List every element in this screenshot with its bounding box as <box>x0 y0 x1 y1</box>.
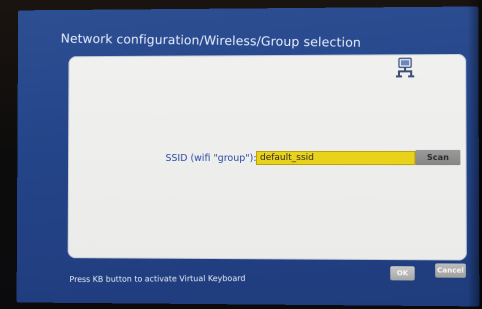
ssid-label: SSID (wifi "group"): <box>165 153 256 164</box>
cancel-button[interactable]: Cancel <box>435 263 466 277</box>
settings-panel: SSID (wifi "group"): Scan <box>68 54 467 261</box>
window-title: Network configuration/Wireless/Group sel… <box>61 31 362 50</box>
virtual-keyboard-hint: Press KB button to activate Virtual Keyb… <box>69 274 245 284</box>
photo-frame: Network configuration/Wireless/Group sel… <box>0 0 482 309</box>
ok-button[interactable]: OK <box>390 266 414 280</box>
tv-screen: Network configuration/Wireless/Group sel… <box>17 6 480 306</box>
ssid-input[interactable] <box>256 151 415 165</box>
edge-shadow <box>468 0 482 309</box>
scan-button[interactable]: Scan <box>415 150 460 165</box>
network-computer-icon <box>396 57 414 77</box>
